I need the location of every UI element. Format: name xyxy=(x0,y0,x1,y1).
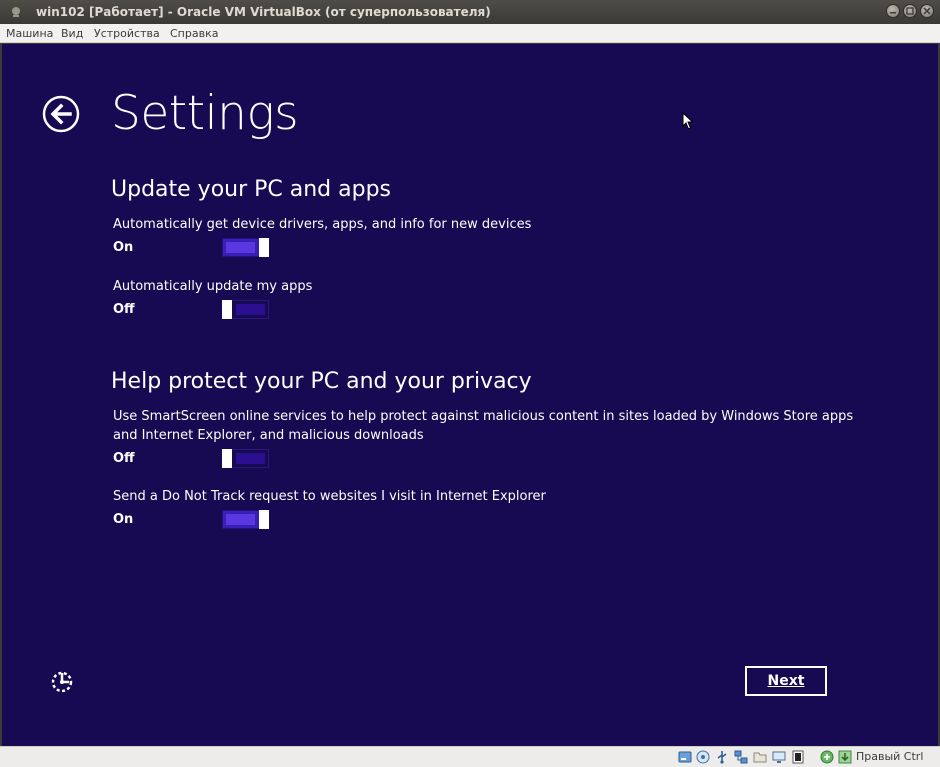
option-update-apps-label: Automatically update my apps xyxy=(113,279,313,294)
maximize-button[interactable] xyxy=(903,4,917,18)
menu-devices[interactable]: Устройства xyxy=(94,27,160,40)
back-arrow-icon[interactable] xyxy=(42,95,80,133)
menu-bar: Машина Вид Устройства Справка xyxy=(0,24,940,43)
menu-help[interactable]: Справка xyxy=(170,27,218,40)
option-device-drivers-state: On xyxy=(113,240,134,255)
mouse-integration-icon[interactable] xyxy=(820,750,834,764)
menu-machine[interactable]: Машина xyxy=(6,27,53,40)
section-title-update: Update your PC and apps xyxy=(111,177,392,202)
host-key-label: Правый Ctrl xyxy=(856,750,924,763)
menu-view[interactable]: Вид xyxy=(61,27,83,40)
window-titlebar[interactable]: win102 [Работает] - Oracle VM VirtualBox… xyxy=(0,0,940,24)
host-key-arrow-icon[interactable] xyxy=(838,750,852,764)
toggle-do-not-track[interactable] xyxy=(222,510,269,529)
video-capture-icon[interactable] xyxy=(791,750,805,764)
option-do-not-track-label: Send a Do Not Track request to websites … xyxy=(113,489,546,504)
toggle-thumb[interactable] xyxy=(259,238,269,257)
toggle-thumb[interactable] xyxy=(222,300,232,319)
toggle-update-apps[interactable] xyxy=(222,300,269,319)
window-title: win102 [Работает] - Oracle VM VirtualBox… xyxy=(36,5,491,19)
option-do-not-track-state: On xyxy=(113,512,134,527)
mouse-cursor-icon xyxy=(682,112,694,130)
option-update-apps-state: Off xyxy=(113,302,135,317)
toggle-thumb[interactable] xyxy=(222,449,232,468)
toggle-smartscreen[interactable] xyxy=(222,449,269,468)
window-menu-icon[interactable] xyxy=(10,6,22,18)
harddisk-icon[interactable] xyxy=(678,750,692,764)
optical-drive-icon[interactable] xyxy=(696,750,710,764)
option-smartscreen-state: Off xyxy=(113,451,135,466)
toggle-thumb[interactable] xyxy=(259,510,269,529)
section-title-privacy: Help protect your PC and your privacy xyxy=(111,369,532,394)
next-button[interactable]: Next xyxy=(745,666,827,696)
shared-folder-icon[interactable] xyxy=(753,750,767,764)
display-icon[interactable] xyxy=(772,750,786,764)
page-title: Settings xyxy=(111,86,299,141)
minimize-button[interactable] xyxy=(886,4,900,18)
usb-icon[interactable] xyxy=(715,750,729,764)
vm-screen[interactable]: Settings Update your PC and apps Automat… xyxy=(2,44,938,746)
toggle-device-drivers[interactable] xyxy=(222,238,269,257)
close-button[interactable] xyxy=(920,4,934,18)
option-smartscreen-label-line2: and Internet Explorer, and malicious dow… xyxy=(113,428,424,443)
option-smartscreen-label-line1: Use SmartScreen online services to help … xyxy=(113,409,854,424)
network-icon[interactable] xyxy=(734,750,748,764)
status-bar: Правый Ctrl xyxy=(0,746,940,767)
ease-of-access-icon[interactable] xyxy=(49,669,75,695)
option-device-drivers-label: Automatically get device drivers, apps, … xyxy=(113,217,532,232)
